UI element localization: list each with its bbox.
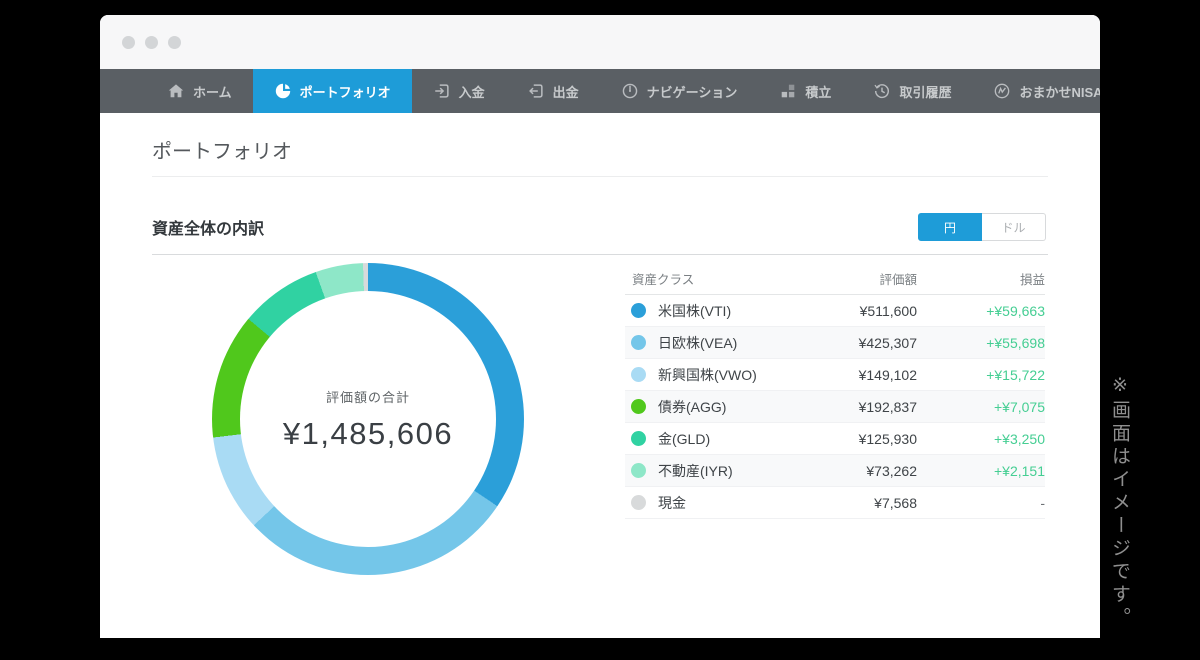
- window-titlebar: [100, 15, 1100, 69]
- asset-label: 不動産(IYR): [658, 461, 733, 481]
- asset-row: 日欧株(VEA) ¥425,307+¥55,698: [625, 327, 1045, 359]
- nav-item-portfolio[interactable]: ポートフォリオ: [253, 69, 412, 113]
- section-header: 資産全体の内訳 円 ドル: [152, 212, 1046, 242]
- asset-row: 新興国株(VWO) ¥149,102+¥15,722: [625, 359, 1045, 391]
- asset-color-dot-icon: [631, 431, 646, 446]
- blocks-icon: [779, 82, 797, 100]
- asset-valuation: ¥511,600: [801, 303, 917, 319]
- history-icon: [873, 82, 891, 100]
- asset-color-dot-icon: [631, 303, 646, 318]
- asset-label: 債券(AGG): [658, 397, 726, 417]
- asset-profit: +¥2,151: [917, 463, 1045, 479]
- main-navbar: ホーム ポートフォリオ 入金 出金 ナビゲーション 積立 取引履歴 おまかせNISA: [100, 69, 1100, 113]
- asset-label: 金(GLD): [658, 429, 710, 449]
- asset-valuation: ¥73,262: [801, 463, 917, 479]
- nav-item-label: ポートフォリオ: [300, 82, 391, 101]
- asset-valuation: ¥149,102: [801, 367, 917, 383]
- nav-item-label: 出金: [553, 82, 579, 101]
- asset-row: 不動産(IYR) ¥73,262+¥2,151: [625, 455, 1045, 487]
- asset-profit: +¥3,250: [917, 431, 1045, 447]
- donut-center-value: ¥1,485,606: [283, 416, 453, 452]
- asset-row: 米国株(VTI) ¥511,600+¥59,663: [625, 295, 1045, 327]
- window-control-icon[interactable]: [168, 36, 181, 49]
- asset-color-dot-icon: [631, 495, 646, 510]
- asset-profit: +¥55,698: [917, 335, 1045, 351]
- asset-row: 金(GLD) ¥125,930+¥3,250: [625, 423, 1045, 455]
- nav-item-omakase-nisa[interactable]: おまかせNISA: [972, 69, 1100, 113]
- asset-label: 日欧株(VEA): [658, 333, 737, 353]
- asset-label: 現金: [658, 493, 686, 513]
- asset-row: 現金 ¥7,568-: [625, 487, 1045, 519]
- asset-valuation: ¥425,307: [801, 335, 917, 351]
- column-header-asset-class: 資産クラス: [625, 269, 801, 288]
- nav-item-deposit[interactable]: 入金: [412, 69, 506, 113]
- nav-item-label: 取引履歴: [899, 82, 951, 101]
- donut-center: 評価額の合計 ¥1,485,606: [240, 291, 496, 547]
- asset-table-header: 資産クラス 評価額 損益: [625, 263, 1045, 295]
- asset-row: 債券(AGG) ¥192,837+¥7,075: [625, 391, 1045, 423]
- asset-donut-chart: 評価額の合計 ¥1,485,606: [212, 263, 524, 575]
- nav-item-label: ナビゲーション: [647, 82, 738, 101]
- asset-color-dot-icon: [631, 399, 646, 414]
- nav-item-history[interactable]: 取引履歴: [852, 69, 972, 113]
- nav-item-label: 入金: [459, 82, 485, 101]
- asset-table: 資産クラス 評価額 損益 米国株(VTI) ¥511,600+¥59,663 日欧株…: [625, 263, 1045, 519]
- column-header-valuation: 評価額: [801, 269, 917, 288]
- wealthnavi-icon: [993, 82, 1011, 100]
- page-title: ポートフォリオ: [152, 135, 292, 164]
- currency-yen-button[interactable]: 円: [918, 213, 982, 241]
- asset-valuation: ¥192,837: [801, 399, 917, 415]
- nav-item-label: 積立: [805, 82, 831, 101]
- divider: [152, 254, 1048, 255]
- deposit-icon: [433, 82, 451, 100]
- asset-table-body: 米国株(VTI) ¥511,600+¥59,663 日欧株(VEA) ¥425,307…: [625, 295, 1045, 519]
- nav-item-label: おまかせNISA: [1019, 82, 1100, 101]
- donut-center-label: 評価額の合計: [326, 387, 410, 406]
- screen: ホームポートフォリオ入金出金ナビゲーション積立取引履歴おまかせNISA ポートフ…: [0, 0, 1200, 660]
- asset-label: 新興国株(VWO): [658, 365, 757, 385]
- asset-valuation: ¥7,568: [801, 495, 917, 511]
- page-content: ポートフォリオ 資産全体の内訳 円 ドル 評価額の合計 ¥1,485,606 資…: [100, 113, 1100, 638]
- asset-valuation: ¥125,930: [801, 431, 917, 447]
- watermark-note: ※画面はイメージです。: [1106, 374, 1133, 630]
- home-icon: [167, 82, 185, 100]
- nav-item-withdraw[interactable]: 出金: [506, 69, 600, 113]
- nav-item-tsumitate[interactable]: 積立: [758, 69, 852, 113]
- asset-color-dot-icon: [631, 335, 646, 350]
- window-control-icon[interactable]: [145, 36, 158, 49]
- nav-item-home[interactable]: ホーム: [146, 69, 253, 113]
- browser-window: ホームポートフォリオ入金出金ナビゲーション積立取引履歴おまかせNISA ポートフ…: [100, 15, 1100, 638]
- window-control-icon[interactable]: [122, 36, 135, 49]
- gauge-icon: [621, 82, 639, 100]
- asset-color-dot-icon: [631, 463, 646, 478]
- nav-item-navigation[interactable]: ナビゲーション: [600, 69, 759, 113]
- column-header-profit: 損益: [917, 269, 1045, 288]
- asset-profit: +¥7,075: [917, 399, 1045, 415]
- withdraw-icon: [527, 82, 545, 100]
- currency-toggle: 円 ドル: [918, 213, 1046, 241]
- asset-profit: +¥59,663: [917, 303, 1045, 319]
- asset-color-dot-icon: [631, 367, 646, 382]
- asset-profit: -: [917, 495, 1045, 511]
- asset-profit: +¥15,722: [917, 367, 1045, 383]
- asset-label: 米国株(VTI): [658, 301, 731, 321]
- divider: [152, 176, 1048, 177]
- pie-chart-icon: [274, 82, 292, 100]
- section-title: 資産全体の内訳: [152, 215, 264, 239]
- nav-item-label: ホーム: [193, 82, 232, 101]
- currency-dollar-button[interactable]: ドル: [982, 213, 1046, 241]
